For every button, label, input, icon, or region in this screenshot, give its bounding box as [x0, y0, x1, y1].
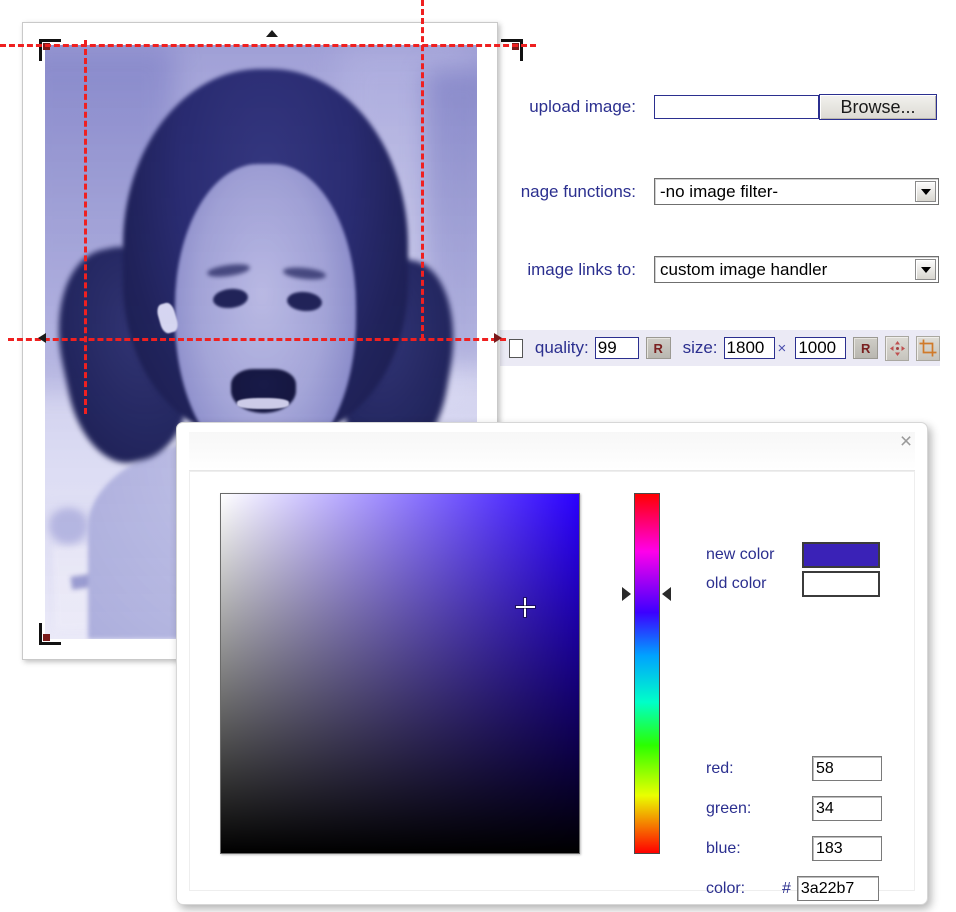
crop-corner-top-right[interactable]	[501, 39, 523, 61]
new-color-swatch[interactable]	[802, 542, 880, 568]
crop-corner-top-left[interactable]	[39, 39, 61, 61]
photo-ball	[49, 508, 89, 544]
saturation-value-square[interactable]	[220, 493, 580, 854]
new-color-row: new color	[706, 542, 880, 568]
size-reset-button[interactable]: R	[853, 337, 879, 359]
old-color-swatch[interactable]	[802, 571, 880, 597]
crop-guide-vertical-right[interactable]	[421, 0, 424, 340]
image-functions-value: -no image filter-	[660, 181, 779, 201]
photo-teeth	[237, 398, 290, 410]
crop-guide-horizontal-middle[interactable]	[8, 338, 506, 341]
image-toolbar: quality: R size: × R	[500, 330, 940, 366]
move-icon-button[interactable]	[885, 335, 910, 361]
size-label: size:	[682, 338, 718, 357]
blue-row: blue:	[706, 836, 882, 861]
close-icon[interactable]: ×	[895, 431, 917, 454]
crop-handle-left-icon[interactable]	[38, 333, 46, 343]
color-label: color:	[706, 879, 746, 897]
quality-reset-button[interactable]: R	[645, 337, 671, 359]
green-label: green:	[706, 799, 752, 817]
hue-marker-right-icon[interactable]	[662, 587, 671, 601]
crop-icon	[919, 339, 937, 357]
toolbar-checkbox[interactable]	[509, 338, 523, 358]
color-crosshair-icon[interactable]	[516, 598, 535, 617]
crop-handle-right-icon[interactable]	[494, 333, 502, 343]
green-row: green:	[706, 796, 882, 821]
image-functions-row: nage functions: -no image filter-	[500, 178, 939, 205]
crop-icon-button[interactable]	[916, 335, 940, 361]
old-color-label: old color	[706, 575, 767, 592]
image-links-to-select[interactable]: custom image handler	[654, 256, 939, 283]
chevron-down-icon[interactable]	[915, 181, 936, 202]
upload-image-row: upload image: Browse...	[500, 94, 937, 120]
green-input[interactable]	[812, 796, 882, 821]
hash-symbol: #	[782, 879, 791, 897]
hex-color-input[interactable]	[796, 876, 879, 901]
red-input[interactable]	[812, 756, 882, 781]
image-links-to-label: image links to:	[527, 259, 636, 279]
color-picker-dialog: × new color old color red: green: blue:	[176, 422, 928, 905]
quality-input[interactable]	[594, 337, 639, 359]
blue-label: blue:	[706, 839, 741, 857]
old-color-row: old color	[706, 571, 880, 597]
image-functions-label: nage functions:	[520, 181, 636, 201]
crop-guide-vertical-left[interactable]	[84, 40, 87, 414]
size-height-input[interactable]	[795, 337, 847, 359]
move-icon	[889, 340, 905, 356]
crop-guide-horizontal-top[interactable]	[0, 44, 536, 47]
upload-image-label: upload image:	[529, 97, 636, 116]
image-links-to-value: custom image handler	[660, 259, 828, 279]
browse-button[interactable]: Browse...	[819, 94, 937, 120]
image-links-to-row: image links to: custom image handler	[500, 256, 939, 283]
size-separator: ×	[777, 339, 787, 357]
red-label: red:	[706, 759, 734, 777]
red-row: red:	[706, 756, 882, 781]
quality-label: quality:	[534, 338, 589, 357]
hex-color-row: color: #	[706, 876, 879, 901]
size-width-input[interactable]	[723, 337, 775, 359]
chevron-down-icon[interactable]	[915, 259, 936, 280]
new-color-label: new color	[706, 546, 775, 563]
crop-handle-top-icon[interactable]	[266, 30, 278, 37]
crop-corner-bottom-left[interactable]	[39, 623, 61, 645]
upload-image-input[interactable]	[654, 95, 819, 119]
hue-slider[interactable]	[634, 493, 660, 854]
dialog-body: new color old color red: green: blue: co…	[189, 471, 915, 901]
dialog-titlebar	[189, 432, 915, 471]
image-functions-select[interactable]: -no image filter-	[654, 178, 939, 205]
hue-marker-left-icon[interactable]	[622, 587, 631, 601]
blue-input[interactable]	[812, 836, 882, 861]
